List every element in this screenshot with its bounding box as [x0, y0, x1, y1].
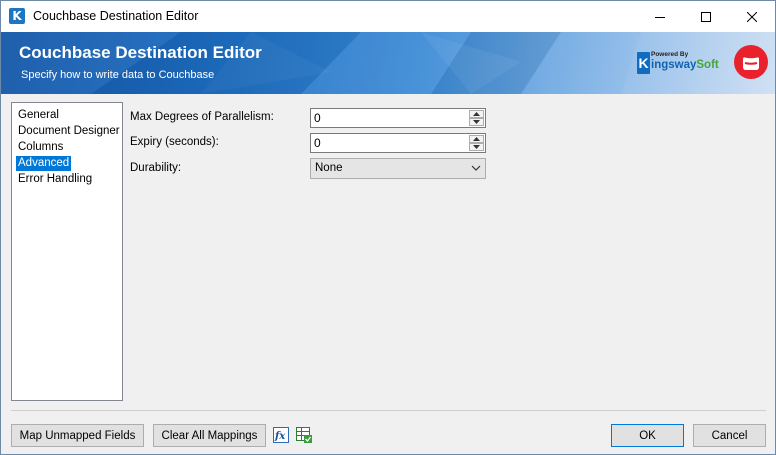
banner-subtitle: Specify how to write data to Couchbase — [21, 69, 215, 81]
sheet-tool-button[interactable] — [296, 427, 312, 443]
ok-button[interactable]: OK — [611, 424, 684, 447]
chevron-up-icon — [473, 137, 480, 141]
minimize-button[interactable] — [637, 1, 683, 32]
footer-divider — [11, 410, 766, 411]
nav-item-advanced[interactable]: Advanced — [16, 156, 72, 171]
clear-all-mappings-button[interactable]: Clear All Mappings — [153, 424, 266, 447]
maximize-button[interactable] — [683, 1, 729, 32]
expiry-label: Expiry (seconds): — [130, 136, 219, 148]
durability-value: None — [315, 162, 343, 174]
cancel-button[interactable]: Cancel — [693, 424, 766, 447]
editor-window: K Couchbase Destination Editor Couchbase… — [0, 0, 776, 455]
function-fx-icon: fx — [273, 427, 289, 443]
spreadsheet-icon — [296, 427, 312, 443]
parallelism-input[interactable] — [311, 109, 469, 127]
header-banner: Couchbase Destination Editor Specify how… — [1, 32, 775, 94]
parallelism-decrement-button[interactable] — [469, 118, 484, 126]
brand-powered-by: Powered By — [651, 51, 689, 58]
close-icon — [747, 11, 757, 22]
close-button[interactable] — [729, 1, 775, 32]
minimize-icon — [655, 16, 665, 18]
nav-item-error-handling[interactable]: Error Handling — [16, 172, 94, 187]
expiry-increment-button[interactable] — [469, 135, 484, 143]
maximize-icon — [701, 11, 711, 22]
kingswaysoft-logo: K Powered By ingswaySoft — [635, 49, 735, 79]
banner-title: Couchbase Destination Editor — [19, 43, 262, 62]
window-title: Couchbase Destination Editor — [33, 9, 199, 23]
kingswaysoft-k-mark: K — [637, 52, 650, 74]
expiry-input[interactable] — [311, 134, 469, 152]
chevron-down-icon — [473, 145, 480, 149]
brand-name-soft: Soft — [696, 59, 719, 71]
parallelism-stepper — [310, 108, 486, 128]
chevron-down-icon — [473, 120, 480, 124]
chevron-down-icon — [471, 165, 481, 171]
parallelism-increment-button[interactable] — [469, 110, 484, 118]
svg-text:fx: fx — [274, 431, 286, 442]
parallelism-label: Max Degrees of Parallelism: — [130, 111, 274, 123]
expiry-spin — [469, 135, 484, 151]
parallelism-spin — [469, 110, 484, 126]
chevron-up-icon — [473, 112, 480, 116]
nav-list: General Document Designer Columns Advanc… — [11, 102, 123, 401]
couchbase-logo-icon — [734, 45, 768, 79]
title-bar: K Couchbase Destination Editor — [1, 1, 775, 32]
nav-item-columns[interactable]: Columns — [16, 140, 65, 155]
brand-name: ingswaySoft — [651, 59, 719, 71]
brand-name-main: ingsway — [651, 59, 697, 71]
durability-label: Durability: — [130, 162, 182, 174]
nav-item-general[interactable]: General — [16, 108, 61, 123]
map-unmapped-fields-button[interactable]: Map Unmapped Fields — [11, 424, 144, 447]
nav-item-document-designer[interactable]: Document Designer — [16, 124, 122, 139]
expiry-stepper — [310, 133, 486, 153]
kingsway-app-icon: K — [9, 8, 25, 24]
durability-select[interactable]: None — [310, 158, 486, 179]
expression-button[interactable]: fx — [273, 427, 289, 443]
expiry-decrement-button[interactable] — [469, 143, 484, 151]
